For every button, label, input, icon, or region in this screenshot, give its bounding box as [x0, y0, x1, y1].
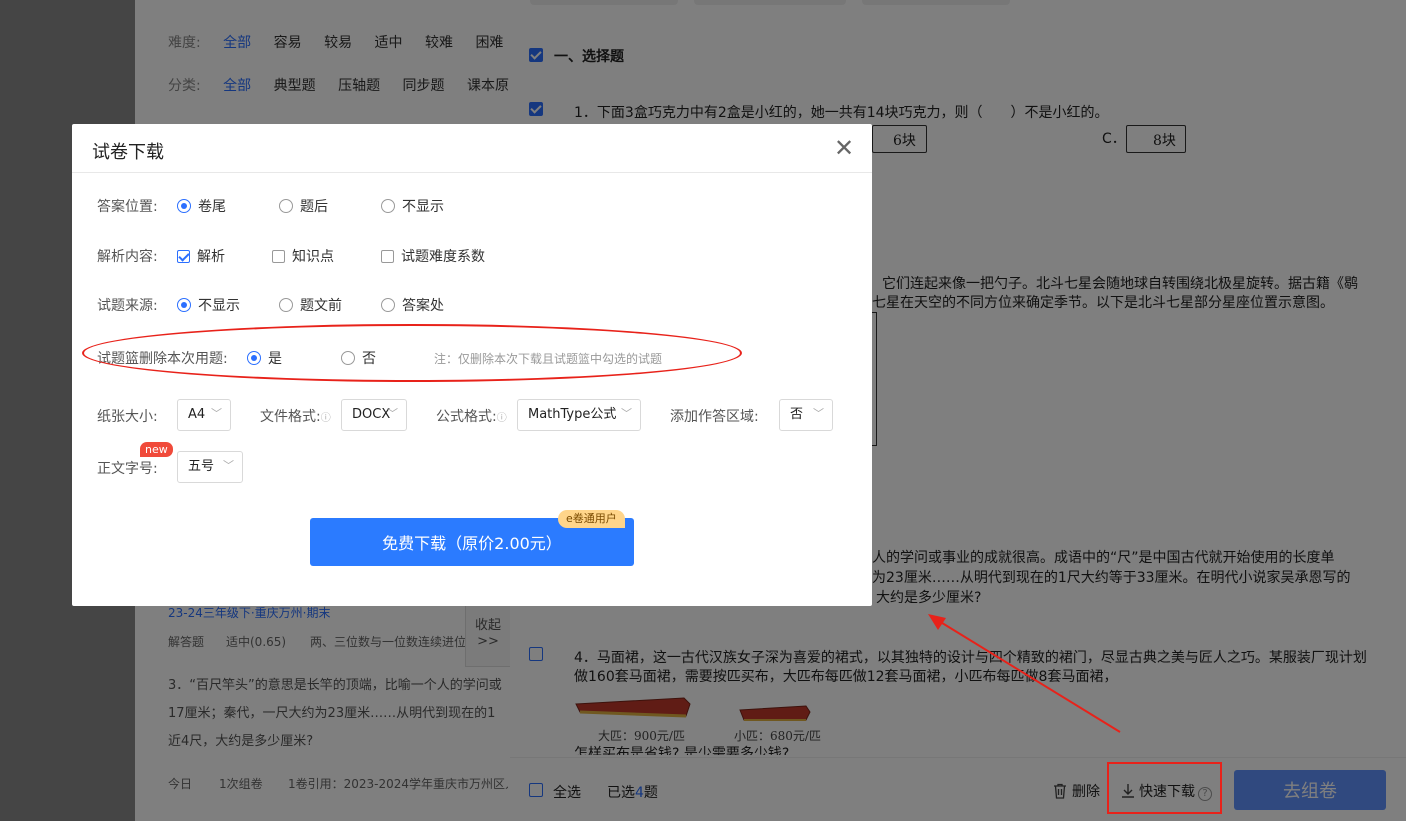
radio-icon	[381, 298, 395, 312]
chevron-down-icon: ﹀	[211, 407, 222, 420]
source-radio-hide[interactable]: 不显示	[177, 295, 240, 315]
answer-position-label: 答案位置:	[97, 199, 158, 215]
help-icon[interactable]: ⓘ	[321, 413, 331, 424]
select-value: A4	[188, 407, 206, 422]
user-badge: e卷通用户	[558, 510, 625, 528]
checkbox-icon	[177, 249, 190, 263]
annotation-arrow	[928, 614, 1121, 733]
chevron-down-icon: ﹀	[387, 407, 398, 420]
radio-icon	[279, 199, 293, 213]
paper-size-select[interactable]: A4 ﹀	[177, 399, 231, 431]
option-label: 答案处	[402, 298, 444, 314]
difficulty-coef-checkbox[interactable]: 试题难度系数	[381, 246, 485, 266]
source-radio-answer[interactable]: 答案处	[381, 295, 444, 315]
dialog-title: 试卷下载	[92, 142, 164, 163]
label-text: 公式格式:	[436, 409, 497, 425]
question-source-label: 试题来源:	[97, 298, 158, 314]
answer-position-radio-after[interactable]: 题后	[279, 196, 328, 216]
radio-icon	[279, 298, 293, 312]
close-icon[interactable]: ✕	[834, 136, 854, 160]
select-value: MathType公式	[528, 407, 617, 422]
formula-format-select[interactable]: MathType公式 ﹀	[517, 399, 641, 431]
annotation-highlight-box	[1107, 762, 1222, 814]
label-text: 文件格式:	[260, 409, 321, 425]
select-value: 否	[790, 407, 804, 422]
chevron-down-icon: ﹀	[813, 407, 824, 420]
file-format-select[interactable]: DOCX ﹀	[341, 399, 407, 431]
chevron-down-icon: ﹀	[223, 459, 234, 472]
radio-icon	[381, 199, 395, 213]
analysis-checkbox[interactable]: 解析	[177, 246, 225, 266]
formula-format-label: 公式格式:ⓘ	[436, 406, 507, 426]
option-label: 不显示	[402, 199, 444, 215]
paper-size-label: 纸张大小:	[97, 409, 158, 425]
annotation-ellipse	[82, 324, 742, 382]
select-value: 五号	[188, 459, 215, 474]
source-radio-before[interactable]: 题文前	[279, 295, 342, 315]
font-size-select[interactable]: 五号 ﹀	[177, 451, 243, 483]
option-label: 解析	[197, 249, 225, 265]
radio-icon	[177, 199, 191, 213]
help-icon[interactable]: ⓘ	[497, 413, 507, 424]
answer-position-radio-hide[interactable]: 不显示	[381, 196, 444, 216]
radio-icon	[177, 298, 191, 312]
knowledge-point-checkbox[interactable]: 知识点	[272, 246, 334, 266]
select-value: DOCX	[352, 407, 391, 422]
option-label: 卷尾	[198, 199, 226, 215]
option-label: 知识点	[292, 249, 334, 265]
answer-position-radio-end[interactable]: 卷尾	[177, 196, 226, 216]
option-label: 试题难度系数	[401, 249, 485, 265]
option-label: 题文前	[300, 298, 342, 314]
option-label: 不显示	[198, 298, 240, 314]
new-badge: new	[140, 442, 173, 457]
chevron-down-icon: ﹀	[621, 407, 632, 420]
option-label: 题后	[300, 199, 328, 215]
checkbox-icon	[272, 249, 285, 263]
checkbox-icon	[381, 249, 394, 263]
answer-area-label: 添加作答区域:	[670, 409, 759, 425]
font-size-label: 正文字号:	[97, 461, 158, 477]
answer-area-select[interactable]: 否 ﹀	[779, 399, 833, 431]
file-format-label: 文件格式:ⓘ	[260, 406, 331, 426]
dialog-divider	[72, 172, 872, 173]
analysis-content-label: 解析内容:	[97, 249, 158, 265]
